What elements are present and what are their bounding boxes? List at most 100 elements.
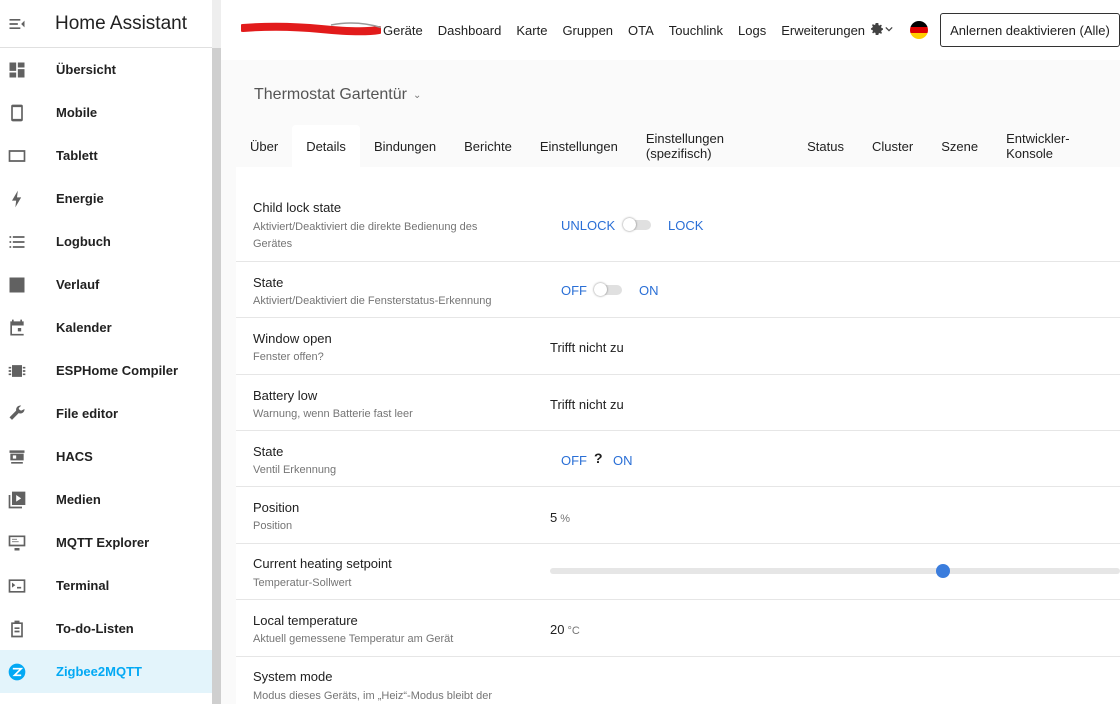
- german-flag-icon[interactable]: [910, 21, 928, 39]
- chevron-down-icon: [885, 26, 893, 32]
- sidebar-item-label: Medien: [56, 492, 101, 507]
- dashboard-icon: [0, 60, 34, 80]
- sidebar-header: Home Assistant: [0, 0, 212, 48]
- setpoint-slider-thumb[interactable]: [936, 564, 951, 578]
- sidebar-item-file-editor[interactable]: File editor: [0, 392, 212, 435]
- sidebar-item-energie[interactable]: Energie: [0, 177, 212, 220]
- calendar-icon: [0, 318, 34, 338]
- row-desc: Aktiviert/Deaktiviert die Fensterstatus-…: [253, 295, 492, 307]
- sidebar-item-logbuch[interactable]: Logbuch: [0, 220, 212, 263]
- tab-einstellungen-spezifisch[interactable]: Einstellungen (spezifisch): [632, 125, 793, 167]
- tab-bindungen[interactable]: Bindungen: [360, 125, 450, 167]
- chip-icon: [0, 361, 34, 381]
- nav-ota[interactable]: OTA: [628, 23, 654, 38]
- nav-gruppen[interactable]: Gruppen: [562, 23, 613, 38]
- row-name: Local temperature: [253, 613, 358, 628]
- menu-collapse-icon[interactable]: [0, 0, 34, 48]
- row-name: Battery low: [253, 388, 318, 403]
- position-value: 5: [550, 510, 558, 525]
- media-icon: [0, 490, 34, 510]
- zigbee-icon: [0, 662, 34, 682]
- row-name: Current heating setpoint: [253, 556, 392, 571]
- chevron-down-icon: ⌄: [412, 89, 422, 101]
- details-panel: Child lock state Aktiviert/Deaktiviert d…: [236, 167, 1120, 704]
- setpoint-slider-track[interactable]: [550, 568, 1120, 574]
- sidebar-item-kalender[interactable]: Kalender: [0, 306, 212, 349]
- sidebar-item-label: HACS: [56, 449, 93, 464]
- device-selector[interactable]: Thermostat Gartentür ⌄: [254, 86, 421, 104]
- tab-cluster[interactable]: Cluster: [858, 125, 927, 167]
- nav-geraete[interactable]: Geräte: [383, 23, 423, 38]
- child-lock-toggle[interactable]: [623, 218, 651, 231]
- sidebar-item-label: Verlauf: [56, 277, 100, 292]
- tab-details[interactable]: Details: [292, 125, 360, 167]
- row-heating-setpoint: Current heating setpoint Temperatur-Soll…: [236, 544, 1120, 600]
- tab-status[interactable]: Status: [793, 125, 858, 167]
- sidebar-item-medien[interactable]: Medien: [0, 478, 212, 521]
- tab-ueber[interactable]: Über: [236, 125, 292, 167]
- monitor-icon: [0, 533, 34, 553]
- row-desc: Modus dieses Geräts, im „Heiz“-Modus ble…: [253, 690, 493, 702]
- sidebar-item-label: ESPHome Compiler: [56, 363, 179, 378]
- off-label[interactable]: OFF: [561, 453, 587, 468]
- sidebar-item-label: To-do-Listen: [56, 621, 134, 636]
- nav-logs[interactable]: Logs: [738, 23, 766, 38]
- lock-label[interactable]: LOCK: [668, 218, 703, 233]
- sidebar-item-mqtt-explorer[interactable]: MQTT Explorer: [0, 521, 212, 564]
- row-desc: Temperatur-Sollwert: [253, 577, 352, 589]
- sidebar-item-uebersicht[interactable]: Übersicht: [0, 48, 212, 91]
- row-desc: Fenster offen?: [253, 351, 324, 363]
- nav-karte[interactable]: Karte: [516, 23, 547, 38]
- sidebar: Home Assistant Übersicht Mobile Tablett …: [0, 0, 212, 704]
- row-name: State: [253, 275, 284, 290]
- sidebar-item-verlauf[interactable]: Verlauf: [0, 263, 212, 306]
- sidebar-item-esphome[interactable]: ESPHome Compiler: [0, 349, 212, 392]
- row-desc: Position: [253, 520, 293, 532]
- local-temp-value: 20: [550, 622, 565, 637]
- terminal-icon: [0, 576, 34, 596]
- chart-icon: [0, 275, 34, 295]
- sidebar-item-label: Mobile: [56, 105, 98, 120]
- row-system-mode: System mode Modus dieses Geräts, im „Hei…: [236, 657, 1120, 704]
- tablet-icon: [0, 146, 34, 166]
- phone-icon: [0, 103, 34, 123]
- main-nav: Geräte Dashboard Karte Gruppen OTA Touch…: [383, 0, 880, 60]
- sidebar-item-label: Kalender: [56, 320, 112, 335]
- gear-icon: [871, 23, 883, 35]
- sidebar-item-todo[interactable]: To-do-Listen: [0, 607, 212, 650]
- wrench-icon: [0, 404, 34, 424]
- settings-dropdown[interactable]: [869, 21, 893, 37]
- sidebar-item-terminal[interactable]: Terminal: [0, 564, 212, 607]
- tab-szene[interactable]: Szene: [927, 125, 992, 167]
- sidebar-scrollbar[interactable]: [212, 48, 221, 704]
- nav-dashboard[interactable]: Dashboard: [438, 23, 502, 38]
- lightning-icon: [0, 189, 34, 209]
- sidebar-item-tablett[interactable]: Tablett: [0, 134, 212, 177]
- row-value: 5%: [550, 510, 570, 525]
- tab-berichte[interactable]: Berichte: [450, 125, 526, 167]
- row-name: Child lock state: [253, 200, 342, 215]
- sidebar-item-zigbee2mqtt[interactable]: Zigbee2MQTT: [0, 650, 212, 693]
- nav-erweiterungen[interactable]: Erweiterungen: [781, 23, 865, 38]
- sidebar-item-mobile[interactable]: Mobile: [0, 91, 212, 134]
- row-value: 20 °C: [550, 622, 580, 637]
- window-detection-toggle[interactable]: [594, 283, 622, 296]
- sidebar-item-label: Zigbee2MQTT: [56, 664, 142, 679]
- row-battery-low: Battery low Warnung, wenn Batterie fast …: [236, 375, 1120, 431]
- off-label[interactable]: OFF: [561, 283, 587, 298]
- row-name: Window open: [253, 331, 332, 346]
- unknown-state-indicator: ?: [594, 450, 603, 466]
- hacs-icon: [0, 447, 34, 467]
- row-name: Position: [253, 500, 300, 515]
- permit-join-button[interactable]: Anlernen deaktivieren (Alle): [940, 13, 1120, 47]
- tab-einstellungen[interactable]: Einstellungen: [526, 125, 632, 167]
- sidebar-item-label: Tablett: [56, 148, 98, 163]
- sidebar-item-label: Energie: [56, 191, 104, 206]
- tab-entwickler-konsole[interactable]: Entwickler-Konsole: [992, 125, 1120, 167]
- unlock-label[interactable]: UNLOCK: [561, 218, 615, 233]
- on-label[interactable]: ON: [613, 453, 633, 468]
- on-label[interactable]: ON: [639, 283, 659, 298]
- sidebar-item-hacs[interactable]: HACS: [0, 435, 212, 478]
- nav-touchlink[interactable]: Touchlink: [669, 23, 723, 38]
- row-name: System mode: [253, 669, 333, 684]
